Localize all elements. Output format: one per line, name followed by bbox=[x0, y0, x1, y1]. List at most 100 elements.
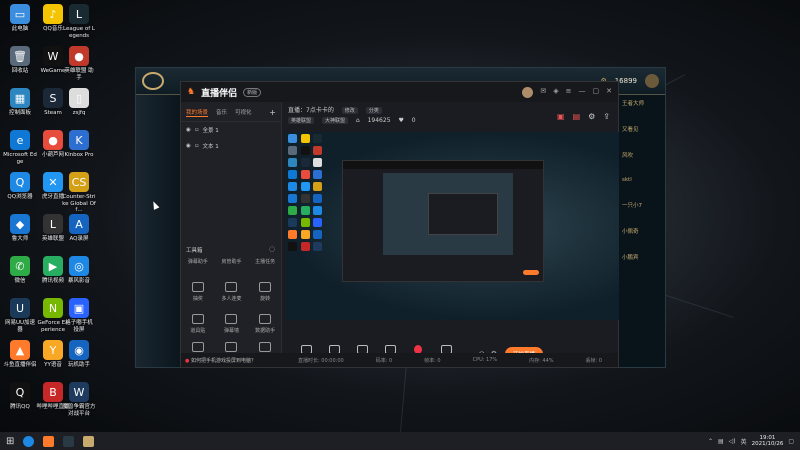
friend-item[interactable]: 又看见 bbox=[619, 123, 665, 135]
friend-item[interactable]: sktl bbox=[619, 175, 665, 185]
tray-expand-icon[interactable]: ⌃ bbox=[708, 438, 713, 445]
friends-list[interactable]: 王者大师又看见风吹 sktl 一只小7 小佩奇小鹏宾 bbox=[619, 95, 665, 367]
skin-icon[interactable]: ◈ bbox=[553, 87, 558, 98]
edit-title-button[interactable]: 修改 bbox=[341, 107, 358, 114]
desktop-icon[interactable]: 🗑 回收站 bbox=[3, 46, 37, 75]
lock-icon[interactable]: ▫ bbox=[195, 127, 199, 133]
tip-banner[interactable]: ● 如何把手机游戏投屏到电脑？ bbox=[181, 353, 282, 367]
desktop-icon[interactable]: e Microsoft Edge bbox=[3, 130, 37, 165]
room-id: 194625 bbox=[367, 117, 391, 124]
desktop-icon[interactable]: W 魔兽争霸官方 对战平台 bbox=[62, 382, 96, 417]
desktop-icon[interactable]: K Kinbox Pro bbox=[62, 130, 96, 159]
friend-item[interactable]: 风吹 bbox=[619, 149, 665, 161]
league-taskbar-icon[interactable] bbox=[63, 435, 75, 447]
desktop-icon[interactable]: ● 英雄联盟 助手 bbox=[62, 46, 96, 81]
profile-icon[interactable] bbox=[645, 74, 659, 88]
input-language[interactable]: 英 bbox=[741, 437, 747, 446]
lock-icon[interactable]: ▫ bbox=[195, 143, 199, 149]
room-id-icon: ⌂ bbox=[355, 117, 360, 124]
user-avatar[interactable] bbox=[522, 86, 534, 98]
mini-desktop-icon bbox=[288, 242, 297, 251]
desktop-icon[interactable]: ▲ 斗鱼直播伴侣 bbox=[3, 340, 37, 369]
mini-desktop-icon bbox=[300, 182, 310, 191]
app-icon: ◎ bbox=[69, 256, 89, 276]
tool-item[interactable]: 多人连麦 bbox=[216, 282, 246, 302]
mini-desktop-icon bbox=[313, 170, 323, 179]
desktop-icon[interactable]: ▭ 此电脑 bbox=[3, 4, 37, 33]
tool-label: 主播任务 bbox=[255, 259, 276, 265]
maximize-icon[interactable]: ▢ bbox=[593, 87, 600, 98]
desktop-icon[interactable]: ✆ 微信 bbox=[3, 256, 37, 285]
app-icon: Q bbox=[10, 382, 30, 402]
tool-item[interactable]: 弹幕墙 bbox=[216, 314, 246, 334]
tool-item[interactable]: 道具贴 bbox=[183, 314, 213, 334]
notification-icon[interactable]: ▢ bbox=[788, 438, 794, 445]
app-icon: ♪ bbox=[43, 4, 63, 24]
mini-desktop-icon bbox=[300, 230, 310, 239]
mini-desktop-icon bbox=[313, 230, 323, 239]
douyu-taskbar-icon[interactable] bbox=[43, 435, 55, 447]
friend-item[interactable]: 小鹏宾 bbox=[619, 251, 665, 263]
mini-desktop-icon bbox=[300, 242, 310, 251]
tab-visual[interactable]: 可视化 bbox=[235, 108, 252, 117]
desktop-icon[interactable]: A AQ录屏 bbox=[62, 214, 96, 243]
tool-item[interactable]: 数据助手 bbox=[250, 314, 280, 334]
tool-item[interactable]: 旋转 bbox=[250, 282, 280, 302]
streaming-app-window[interactable]: ♞ 直播伴侣 新版 ✉ ◈ ≡ — ▢ ✕ 我的场景 音乐 可视化 + ◉ ▫ … bbox=[180, 81, 619, 368]
desktop-icon[interactable]: ◉ 玩机助手 bbox=[62, 340, 96, 369]
menu-icon[interactable]: ≡ bbox=[566, 87, 572, 98]
tool-item[interactable]: 弹幕助手 bbox=[183, 258, 213, 265]
friend-item[interactable]: 一只小7 bbox=[619, 199, 665, 211]
top-right-tools: ▣ ▤ ⚙ ⇪ bbox=[557, 112, 610, 121]
eye-icon[interactable]: ◉ bbox=[186, 143, 191, 149]
desktop-icon[interactable]: ◎ 暴风影音 bbox=[62, 256, 96, 285]
desktop-icon[interactable]: U 网易UU加速器 bbox=[3, 298, 37, 333]
desktop-icon[interactable]: L League of Legends bbox=[62, 4, 96, 39]
desktop-icon[interactable]: Q 腾讯QQ bbox=[3, 382, 37, 411]
zone-chip[interactable]: 大神联盟 bbox=[321, 117, 348, 124]
start-icon[interactable]: ⊞ bbox=[6, 436, 14, 447]
tool-item[interactable]: 房管助手 bbox=[216, 258, 246, 265]
toolbox-settings-icon[interactable]: ◌ bbox=[269, 245, 275, 253]
qq-browser-taskbar-icon[interactable] bbox=[23, 435, 35, 447]
share-icon[interactable]: ⇪ bbox=[603, 112, 610, 121]
tool-item[interactable]: 主播任务 bbox=[250, 258, 280, 265]
mini-desktop-icon bbox=[313, 158, 323, 167]
message-icon[interactable]: ✉ bbox=[540, 87, 546, 98]
shop-icon[interactable]: ▤ bbox=[573, 112, 581, 121]
stream-title-label: 直播： bbox=[288, 107, 307, 114]
league-logo-icon[interactable] bbox=[142, 72, 164, 90]
stream-preview[interactable] bbox=[286, 132, 619, 320]
desktop-icon[interactable]: ▦ 控制面板 bbox=[3, 88, 37, 117]
game-chip[interactable]: 英雄联盟 bbox=[288, 117, 315, 124]
nested-app-preview bbox=[342, 160, 544, 282]
desktop-icon-label: 魔兽争霸官方 对战平台 bbox=[62, 404, 96, 417]
tool-icon bbox=[191, 314, 204, 324]
minimize-icon[interactable]: — bbox=[579, 87, 586, 98]
scene-item[interactable]: ◉ ▫ 全景 1 bbox=[181, 122, 281, 138]
friend-item[interactable]: 小佩奇 bbox=[619, 225, 665, 237]
tool-label: 抽奖 bbox=[192, 296, 203, 302]
tab-music[interactable]: 音乐 bbox=[216, 108, 227, 117]
close-icon[interactable]: ✕ bbox=[606, 87, 612, 98]
version-badge[interactable]: 新版 bbox=[243, 87, 262, 97]
tab-my-scenes[interactable]: 我的场景 bbox=[186, 108, 209, 117]
add-scene-icon[interactable]: + bbox=[269, 108, 276, 117]
desktop-icon[interactable]: ◆ 鲁大师 bbox=[3, 214, 37, 243]
eye-icon[interactable]: ◉ bbox=[186, 127, 191, 133]
mini-desktop-icon bbox=[288, 218, 297, 227]
gift-icon[interactable]: ▣ bbox=[557, 112, 565, 121]
volume-icon[interactable]: ◁) bbox=[729, 438, 736, 445]
friend-item[interactable]: 王者大师 bbox=[619, 97, 665, 109]
clock[interactable]: 19:01 2021/10/26 bbox=[752, 435, 784, 448]
desktop-icon[interactable]: CS Counter-Strike Global Off... bbox=[62, 172, 96, 214]
network-icon[interactable]: ▤ bbox=[718, 438, 724, 445]
desktop-icon[interactable]: Q QQ浏览器 bbox=[3, 172, 37, 201]
settings-icon[interactable]: ⚙ bbox=[588, 112, 595, 121]
category-button[interactable]: 分类 bbox=[365, 107, 382, 114]
desktop-icon[interactable]: ▯ zsjfq bbox=[62, 88, 96, 117]
scene-item[interactable]: ◉ ▫ 文本 1 bbox=[181, 138, 281, 154]
tool-item[interactable]: 抽奖 bbox=[183, 282, 213, 302]
game-taskbar-icon[interactable] bbox=[83, 435, 95, 447]
desktop-icon[interactable]: ▣ 格子嘟手机 投屏 bbox=[62, 298, 96, 333]
